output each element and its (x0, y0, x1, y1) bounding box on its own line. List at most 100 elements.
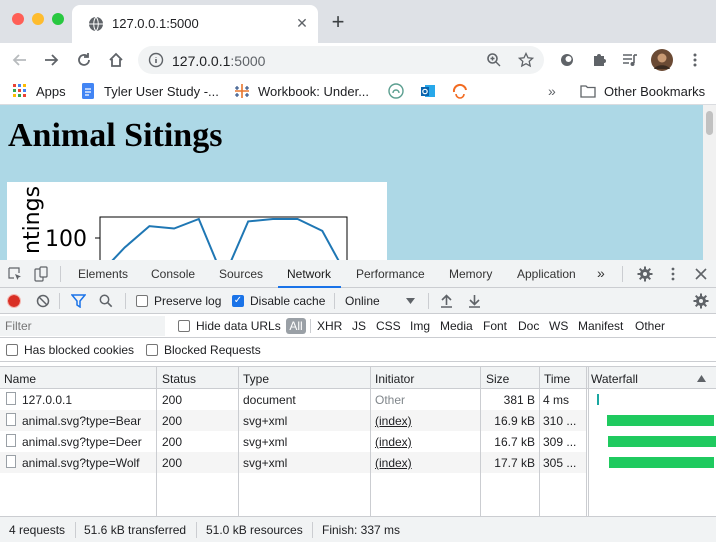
tab-performance[interactable]: Performance (356, 267, 425, 281)
document-file-icon (6, 392, 16, 405)
filter-type-xhr[interactable]: XHR (317, 319, 342, 333)
cell-initiator: Other (375, 393, 406, 407)
tab-sources[interactable]: Sources (219, 267, 263, 281)
sort-triangle-icon[interactable] (697, 375, 706, 382)
column-header-name[interactable]: Name (4, 372, 36, 386)
requests-table: Name Status Type Initiator Size Time Wat… (0, 366, 716, 516)
throttling-select[interactable]: Online (340, 291, 422, 311)
search-icon[interactable] (99, 294, 113, 308)
table-row[interactable]: animal.svg?type=Bear 200 svg+xml (index) 16.… (0, 410, 586, 431)
column-divider (588, 366, 589, 516)
close-tab-icon[interactable]: ✕ (292, 13, 312, 33)
devtools-menu-icon[interactable] (666, 266, 680, 282)
tab-elements[interactable]: Elements (78, 267, 128, 281)
bookmark-outlook[interactable] (420, 83, 444, 99)
table-row[interactable]: 127.0.0.1 200 document Other 381 B 4 ms (0, 389, 586, 410)
filter-bar: Hide data URLs All XHR JS CSS Img Media … (0, 314, 716, 338)
export-har-icon[interactable] (468, 294, 481, 308)
close-window-button[interactable] (12, 13, 24, 25)
bookmark-swirl[interactable] (452, 83, 476, 99)
browser-tab[interactable]: 127.0.0.1:5000 ✕ (72, 5, 318, 43)
filter-type-css[interactable]: CSS (376, 319, 401, 333)
tab-console[interactable]: Console (151, 267, 195, 281)
new-tab-button[interactable]: + (326, 11, 350, 35)
record-icon[interactable] (7, 294, 21, 308)
import-har-icon[interactable] (440, 294, 453, 308)
bookmark-loop[interactable] (388, 83, 412, 99)
blocked-requests-checkbox[interactable] (146, 344, 158, 356)
star-icon[interactable] (518, 52, 534, 68)
disable-cache-checkbox[interactable]: ✓ (232, 295, 244, 307)
filter-type-media[interactable]: Media (440, 319, 473, 333)
column-header-waterfall[interactable]: Waterfall (591, 372, 638, 386)
bookmark-tyler-user-study[interactable]: Tyler User Study -... (80, 83, 219, 99)
devtools-panel: Elements Console Sources Network Perform… (0, 260, 716, 542)
info-icon[interactable] (148, 52, 164, 68)
table-row[interactable]: animal.svg?type=Deer 200 svg+xml (index) 16.… (0, 431, 586, 452)
clear-icon[interactable] (36, 294, 50, 308)
bookmark-apps[interactable]: Apps (12, 83, 66, 99)
extensions-button[interactable] (586, 47, 612, 73)
forward-button[interactable] (38, 47, 64, 73)
back-button[interactable] (7, 47, 33, 73)
cell-status: 200 (162, 414, 183, 428)
extension-button[interactable] (554, 47, 580, 73)
cell-type: svg+xml (243, 414, 288, 428)
network-settings-gear-icon[interactable] (693, 293, 709, 309)
media-button[interactable] (617, 47, 643, 73)
filter-icon[interactable] (71, 294, 86, 308)
tab-network[interactable]: Network (287, 267, 331, 281)
column-header-time[interactable]: Time (544, 372, 570, 386)
column-divider (370, 366, 371, 516)
filter-type-ws[interactable]: WS (549, 319, 568, 333)
column-divider (539, 366, 540, 516)
divider (60, 266, 61, 282)
throttling-value: Online (345, 294, 380, 308)
more-tabs-button[interactable]: » (597, 265, 605, 281)
close-devtools-icon[interactable] (694, 267, 708, 281)
column-header-size[interactable]: Size (486, 372, 509, 386)
reload-button[interactable] (71, 47, 97, 73)
tab-application[interactable]: Application (517, 267, 576, 281)
column-header-type[interactable]: Type (243, 372, 269, 386)
menu-button[interactable] (682, 47, 708, 73)
page-scrollbar[interactable] (703, 105, 716, 260)
other-bookmarks[interactable]: Other Bookmarks (580, 83, 705, 99)
address-bar[interactable]: 127.0.0.1:5000 (138, 46, 544, 74)
svg-file-icon (6, 413, 16, 426)
filter-bar-secondary: Has blocked cookies Blocked Requests (0, 338, 716, 362)
page-scrollbar-thumb[interactable] (706, 111, 713, 135)
minimize-window-button[interactable] (32, 13, 44, 25)
zoom-icon[interactable] (486, 52, 502, 68)
cell-name: animal.svg?type=Wolf (22, 456, 140, 470)
preserve-log-checkbox[interactable] (136, 295, 148, 307)
device-toolbar-icon[interactable] (34, 266, 48, 282)
cell-initiator[interactable]: (index) (375, 414, 475, 428)
cell-initiator[interactable]: (index) (375, 456, 475, 470)
home-button[interactable] (103, 47, 129, 73)
tab-memory[interactable]: Memory (449, 267, 492, 281)
zoom-window-button[interactable] (52, 13, 64, 25)
table-row[interactable]: animal.svg?type=Wolf 200 svg+xml (index) 17.… (0, 452, 586, 473)
profile-button[interactable] (649, 47, 675, 73)
column-header-initiator[interactable]: Initiator (375, 372, 414, 386)
inspect-element-icon[interactable] (8, 267, 22, 281)
has-blocked-cookies-checkbox[interactable] (6, 344, 18, 356)
table-header: Name Status Type Initiator Size Time Wat… (0, 366, 716, 389)
cell-initiator[interactable]: (index) (375, 435, 475, 449)
filter-type-font[interactable]: Font (483, 319, 507, 333)
filter-type-doc[interactable]: Doc (518, 319, 539, 333)
hide-data-urls-checkbox[interactable] (178, 320, 190, 332)
filter-type-img[interactable]: Img (410, 319, 430, 333)
kebab-menu-icon (693, 53, 697, 67)
bookmarks-overflow-button[interactable]: » (548, 83, 556, 99)
settings-gear-icon[interactable] (637, 266, 653, 282)
filter-type-all[interactable]: All (286, 318, 306, 334)
column-header-status[interactable]: Status (162, 372, 196, 386)
filter-type-manifest[interactable]: Manifest (578, 319, 623, 333)
filter-type-js[interactable]: JS (352, 319, 366, 333)
svg-file-icon (6, 434, 16, 447)
bookmark-workbook[interactable]: Workbook: Under... (234, 83, 369, 99)
filter-input[interactable] (0, 316, 165, 336)
filter-type-other[interactable]: Other (635, 319, 665, 333)
